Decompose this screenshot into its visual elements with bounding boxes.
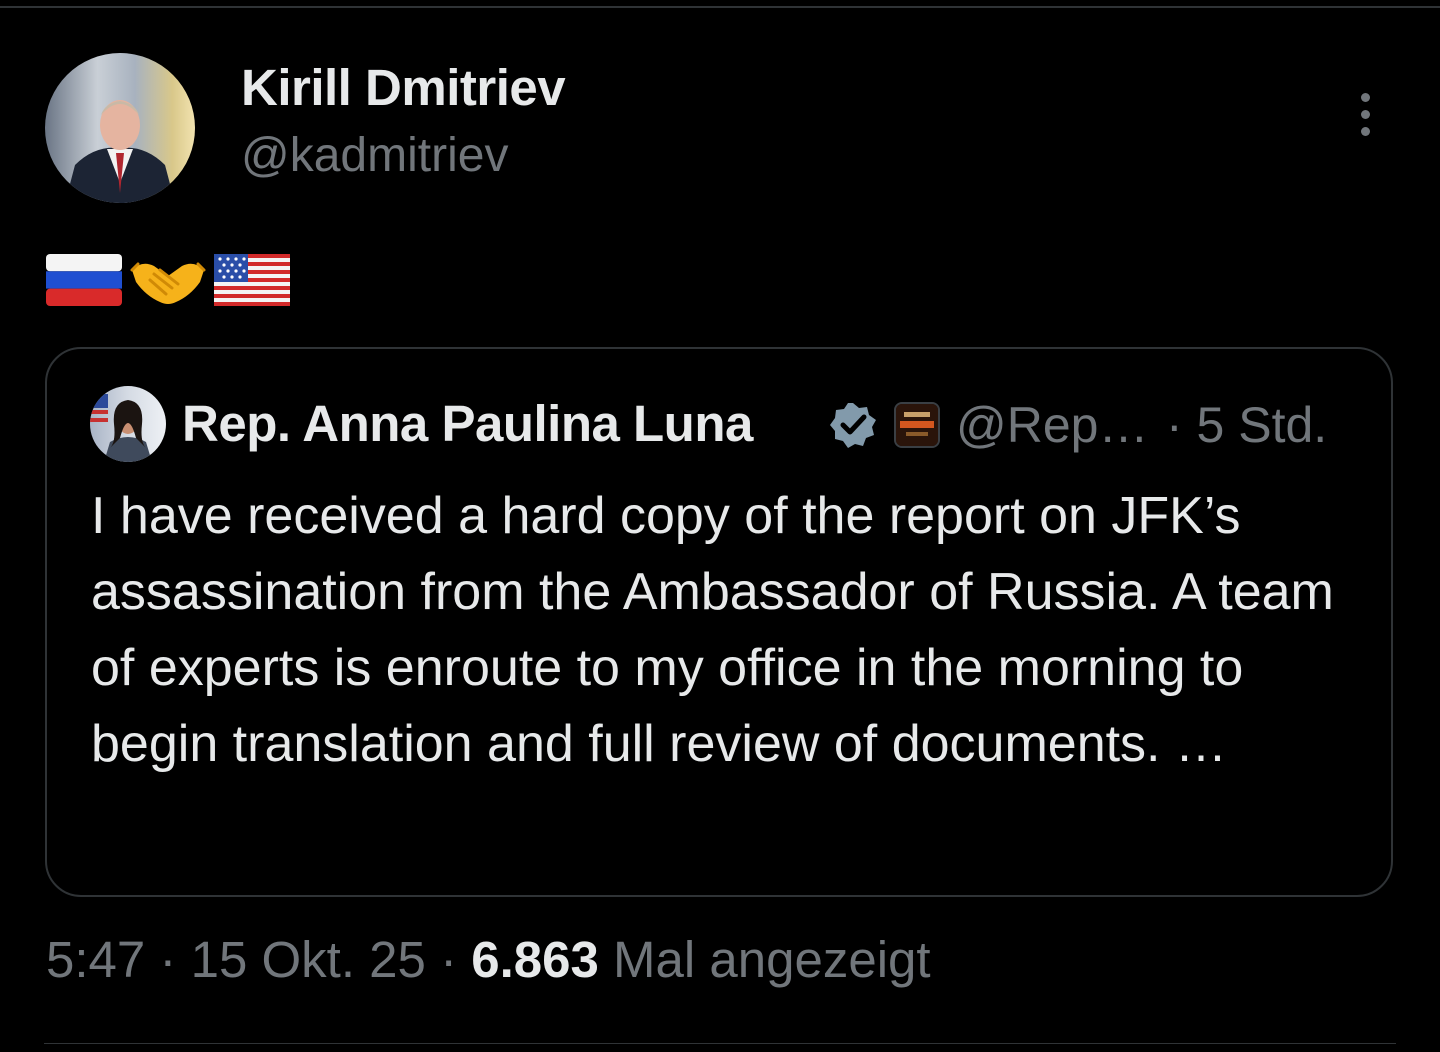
more-dot (1360, 109, 1370, 119)
views-count[interactable]: 6.863 (471, 931, 599, 988)
quoted-author-avatar[interactable] (90, 386, 166, 462)
more-dot (1360, 92, 1370, 102)
top-divider (0, 6, 1440, 8)
quoted-author-name[interactable]: Rep. Anna Paulina Luna (182, 394, 753, 453)
affiliate-badge-icon[interactable] (894, 402, 940, 448)
verified-badge-icon[interactable] (828, 400, 878, 450)
author-handle[interactable]: @kadmitriev (241, 128, 508, 183)
quoted-timestamp[interactable]: · 5 Std. (1166, 396, 1327, 454)
tweet-meta: 5:47 · 15 Okt. 25 · 6.863 Mal angezeigt (46, 930, 931, 989)
author-name[interactable]: Kirill Dmitriev (241, 58, 566, 117)
handshake-icon (128, 252, 208, 308)
tweet-time[interactable]: 5:47 (46, 931, 145, 988)
meta-separator: · (145, 931, 191, 988)
meta-separator: · (425, 931, 472, 988)
profile-photo-icon (65, 100, 175, 203)
more-dot (1360, 126, 1370, 136)
tweet-date[interactable]: 15 Okt. 25 (191, 931, 426, 988)
more-options-button[interactable] (1340, 84, 1390, 144)
bottom-divider (44, 1043, 1396, 1044)
flag-united-states-icon (214, 252, 290, 308)
quoted-author-handle[interactable]: @Rep… (956, 396, 1148, 454)
flag-russia-icon (46, 252, 122, 308)
quoted-tweet-text: I have received a hard copy of the repor… (91, 487, 1334, 773)
author-avatar[interactable] (45, 53, 195, 203)
tweet-text (46, 250, 290, 310)
views-label: Mal angezeigt (598, 931, 931, 988)
quoted-profile-photo-icon (90, 394, 152, 462)
